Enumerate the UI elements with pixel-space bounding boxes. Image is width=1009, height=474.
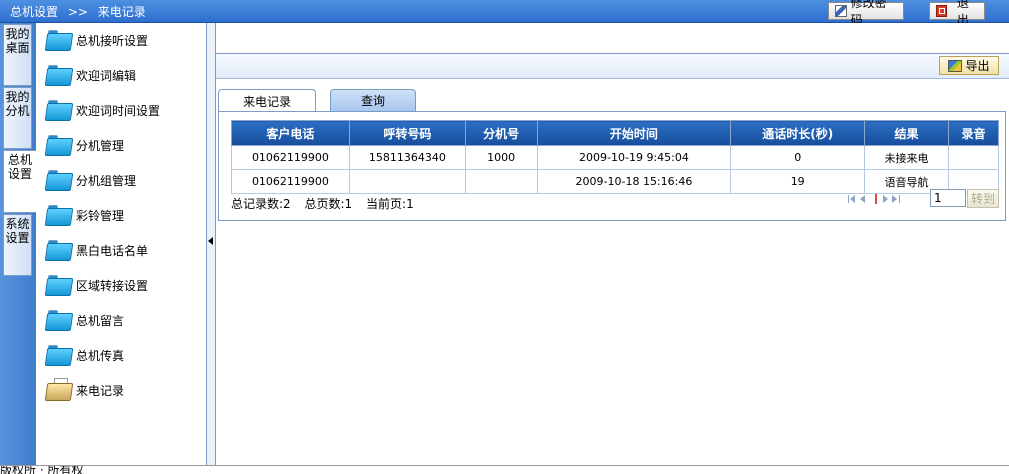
go-to-page-button[interactable]: 转到	[967, 189, 999, 208]
menu-item-label: 欢迎词编辑	[76, 68, 137, 83]
folder-icon	[44, 308, 74, 332]
menu-item-welcome-time[interactable]: 欢迎词时间设置	[44, 95, 161, 125]
top-bar: 总机设置 >> 来电记录 修改密码 退出	[0, 0, 1009, 27]
folder-icon	[44, 343, 74, 367]
menu-item-label: 总机接听设置	[76, 33, 149, 48]
export-button[interactable]: 导出	[939, 56, 999, 75]
panel-splitter[interactable]	[207, 23, 216, 465]
call-records-table: 客户电话 呼转号码 分机号 开始时间 通话时长(秒) 结果 录音 0106211…	[231, 120, 999, 194]
column-header[interactable]: 分机号	[464, 120, 538, 146]
total-records: 总记录数:2	[231, 197, 291, 211]
change-password-button[interactable]: 修改密码	[828, 0, 904, 27]
column-header[interactable]: 结果	[864, 120, 949, 146]
cell-start-time: 2009-10-19 9:45:04	[536, 145, 732, 170]
table-header-row: 客户电话 呼转号码 分机号 开始时间 通话时长(秒) 结果 录音	[231, 120, 999, 146]
export-icon	[948, 59, 963, 72]
menu-item-black-white-list[interactable]: 黑白电话名单	[44, 235, 149, 265]
column-header[interactable]: 通话时长(秒)	[730, 120, 866, 146]
collapse-arrow-icon[interactable]	[208, 237, 213, 245]
menu-item-label: 分机组管理	[76, 173, 137, 188]
pager-separator	[875, 194, 877, 204]
folder-icon	[44, 203, 74, 227]
breadcrumb-separator: >>	[67, 5, 88, 19]
folder-icon	[44, 168, 74, 192]
cell-result: 未接来电	[864, 145, 949, 170]
menu-item-fax[interactable]: 总机传真	[44, 340, 125, 370]
tab-query[interactable]: 查询	[330, 89, 416, 111]
menu-item-label: 分机管理	[76, 138, 125, 153]
menu-item-label: 来电记录	[76, 383, 125, 398]
cell-customer-phone: 01062119900	[231, 145, 350, 170]
first-page-icon[interactable]	[848, 195, 856, 203]
menu-item-label: 总机留言	[76, 313, 125, 328]
table-row[interactable]: 01062119900 15811364340 1000 2009-10-19 …	[231, 145, 999, 170]
menu-item-label: 黑白电话名单	[76, 243, 149, 258]
prev-page-icon[interactable]	[860, 195, 865, 203]
page-number-input[interactable]	[930, 189, 966, 207]
tab-call-records[interactable]: 来电记录	[218, 89, 316, 112]
breadcrumb-current: 来电记录	[97, 5, 146, 19]
folder-icon	[44, 98, 74, 122]
vtab-my-desktop[interactable]: 我的桌面	[3, 24, 32, 86]
folder-icon	[44, 28, 74, 52]
total-pages: 总页数:1	[304, 197, 353, 211]
menu-item-extension-mgmt[interactable]: 分机管理	[44, 130, 125, 160]
export-label: 导出	[965, 59, 990, 73]
side-menu: 总机接听设置 欢迎词编辑 欢迎词时间设置 分机管理 分机组管理 彩铃管理 黑白电…	[36, 23, 207, 465]
vtab-system-settings[interactable]: 系统设置	[3, 214, 32, 276]
cell-extension: 1000	[464, 145, 538, 170]
toolbar	[216, 54, 1009, 79]
folder-icon	[44, 133, 74, 157]
logout-button[interactable]: 退出	[929, 0, 985, 27]
cell-extension	[464, 169, 538, 194]
folder-icon	[44, 238, 74, 262]
cell-start-time: 2009-10-18 15:16:46	[536, 169, 732, 194]
folder-icon	[44, 273, 74, 297]
breadcrumb: 总机设置 >> 来电记录	[10, 3, 146, 20]
cell-forward-number	[348, 169, 466, 194]
menu-item-label: 欢迎词时间设置	[76, 103, 161, 118]
records-summary: 总记录数:2 总页数:1 当前页:1	[231, 195, 424, 212]
current-page: 当前页:1	[366, 197, 414, 211]
menu-item-extension-group-mgmt[interactable]: 分机组管理	[44, 165, 137, 195]
vertical-tab-bar: 我的桌面 我的分机 总机设置 系统设置	[0, 23, 36, 465]
menu-item-label: 彩铃管理	[76, 208, 125, 223]
menu-item-area-transfer[interactable]: 区域转接设置	[44, 270, 149, 300]
column-header[interactable]: 呼转号码	[348, 120, 466, 146]
folder-icon	[44, 63, 74, 87]
menu-item-call-records[interactable]: 来电记录	[44, 375, 125, 405]
menu-item-voicemail[interactable]: 总机留言	[44, 305, 125, 335]
folder-open-icon	[44, 378, 74, 402]
cell-recording[interactable]	[948, 145, 999, 170]
menu-item-label: 总机传真	[76, 348, 125, 363]
next-page-icon[interactable]	[883, 195, 888, 203]
column-header[interactable]: 客户电话	[231, 120, 350, 146]
menu-item-label: 区域转接设置	[76, 278, 149, 293]
menu-item-welcome-edit[interactable]: 欢迎词编辑	[44, 60, 137, 90]
cell-duration: 19	[730, 169, 866, 194]
exit-icon	[936, 5, 947, 17]
pencil-icon	[835, 5, 847, 17]
cell-duration: 0	[730, 145, 866, 170]
vtab-my-extension[interactable]: 我的分机	[3, 87, 32, 149]
column-header[interactable]: 开始时间	[536, 120, 732, 146]
cell-forward-number: 15811364340	[348, 145, 466, 170]
pagination	[848, 194, 904, 204]
cell-customer-phone: 01062119900	[231, 169, 350, 194]
menu-item-answer-settings[interactable]: 总机接听设置	[44, 25, 149, 55]
column-header[interactable]: 录音	[948, 120, 999, 146]
table-row[interactable]: 01062119900 2009-10-18 15:16:46 19 语音导航	[231, 169, 999, 194]
vtab-switchboard-settings[interactable]: 总机设置	[3, 150, 36, 213]
last-page-icon[interactable]	[892, 195, 900, 203]
breadcrumb-section[interactable]: 总机设置	[10, 5, 58, 19]
menu-item-ringtone-mgmt[interactable]: 彩铃管理	[44, 200, 125, 230]
